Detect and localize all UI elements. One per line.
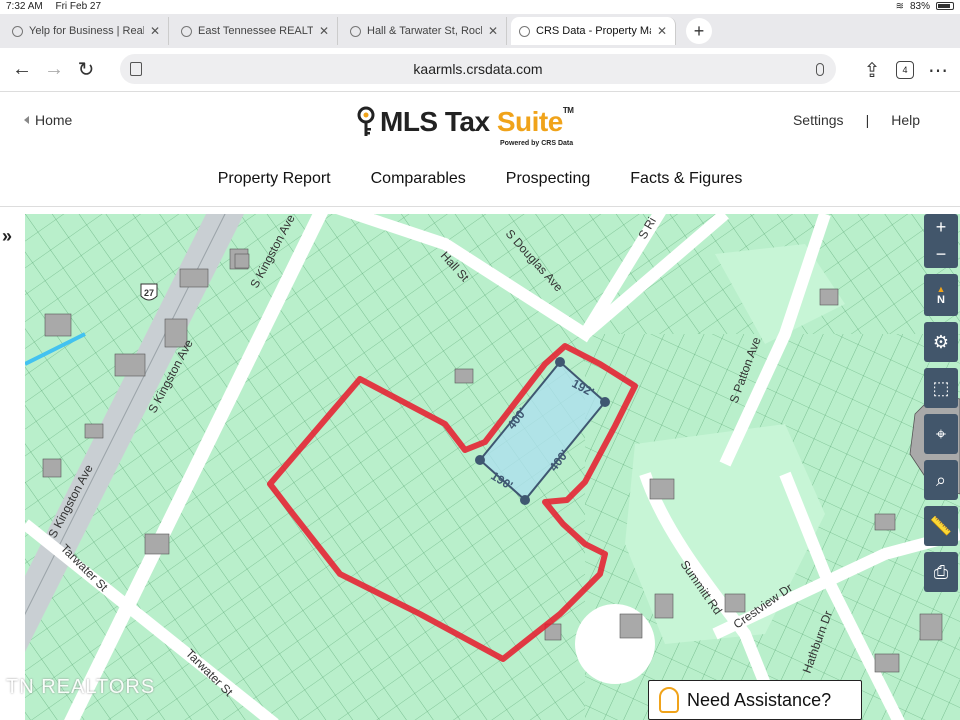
zoom-in-button[interactable]: + — [936, 214, 947, 241]
key-bulb-icon — [659, 687, 679, 713]
nav-facts-figures[interactable]: Facts & Figures — [630, 170, 742, 188]
browser-toolbar: ← → ↻ kaarmls.crsdata.com ⇪ 4 ⋯ — [0, 48, 960, 92]
print-icon[interactable]: ⎙ — [924, 552, 958, 592]
property-map[interactable]: 192' 400' 400' 190' S Kingston Ave S Kin… — [25, 214, 960, 720]
url-text: kaarmls.crsdata.com — [413, 61, 543, 77]
back-button[interactable]: ← — [6, 54, 38, 86]
globe-icon — [181, 25, 192, 37]
browser-tab-strip: Yelp for Business | Real E ✕ East Tennes… — [0, 14, 960, 48]
tab-yelp[interactable]: Yelp for Business | Real E ✕ — [4, 17, 169, 45]
tab-title: East Tennessee REALTOR — [198, 25, 313, 37]
mls-tax-suite-logo[interactable]: MLS Tax SuiteTM Powered by CRS Data — [356, 106, 574, 147]
new-tab-button[interactable]: + — [686, 18, 712, 44]
battery-icon — [936, 2, 954, 10]
map-canvas[interactable]: 192' 400' 400' 190' S Kingston Ave S Kin… — [25, 214, 960, 720]
main-nav: Property Report Comparables Prospecting … — [0, 170, 960, 188]
select-area-icon[interactable]: ⬚ — [924, 368, 958, 408]
header-separator: | — [865, 112, 870, 128]
microphone-icon[interactable] — [816, 62, 824, 76]
close-tab-icon[interactable]: ✕ — [319, 24, 329, 38]
nav-comparables[interactable]: Comparables — [371, 170, 466, 188]
highway-number: 27 — [144, 288, 154, 298]
logo-text: MLS Tax SuiteTM — [380, 106, 574, 138]
app-header: Home MLS Tax SuiteTM Powered by CRS Data… — [0, 92, 960, 207]
compass-button[interactable]: ▲ N — [924, 274, 958, 316]
locate-crosshair-icon[interactable]: ⌖ — [924, 414, 958, 454]
reload-button[interactable]: ↻ — [70, 54, 102, 86]
share-icon[interactable]: ⇪ — [856, 54, 888, 86]
close-tab-icon[interactable]: ✕ — [488, 24, 498, 38]
reader-icon[interactable] — [130, 62, 142, 76]
tab-crs-data[interactable]: CRS Data - Property Map ✕ — [511, 17, 676, 45]
status-date: Fri Feb 27 — [55, 0, 102, 12]
globe-icon — [350, 25, 361, 37]
tab-hall-tarwater[interactable]: Hall & Tarwater St, Rockf ✕ — [342, 17, 507, 45]
tab-count-button[interactable]: 4 — [896, 61, 914, 79]
zoom-out-button[interactable]: − — [936, 241, 947, 268]
logo-text-mls: MLS Tax — [380, 106, 497, 137]
close-tab-icon[interactable]: ✕ — [657, 24, 667, 38]
need-assistance-button[interactable]: Need Assistance? — [648, 680, 862, 720]
trademark: TM — [562, 106, 574, 115]
forward-button[interactable]: → — [38, 54, 70, 86]
compass-label: N — [937, 294, 945, 306]
watermark: TN REALTORS — [6, 676, 156, 698]
tab-east-tennessee[interactable]: East Tennessee REALTOR ✕ — [173, 17, 338, 45]
cul-de-sac — [575, 604, 655, 684]
zoom-control: + − — [924, 214, 958, 268]
powered-by: Powered by CRS Data — [500, 140, 574, 147]
nav-prospecting[interactable]: Prospecting — [506, 170, 591, 188]
battery-percent: 83% — [909, 0, 930, 12]
key-icon — [357, 106, 375, 136]
home-link[interactable]: Home — [24, 112, 72, 128]
tab-title: Hall & Tarwater St, Rockf — [367, 25, 482, 37]
tab-title: Yelp for Business | Real E — [29, 25, 144, 37]
close-tab-icon[interactable]: ✕ — [150, 24, 160, 38]
status-time: 7:32 AM — [6, 0, 43, 12]
map-controls: + − ▲ N ⚙ ⬚ ⌖ ⌕ 📏 ⎙ — [924, 214, 958, 592]
tab-title: CRS Data - Property Map — [536, 25, 651, 37]
globe-icon — [519, 25, 530, 37]
more-icon[interactable]: ⋯ — [922, 54, 954, 86]
help-link[interactable]: Help — [891, 112, 920, 128]
measure-ruler-icon[interactable]: 📏 — [924, 506, 958, 546]
compass-north-icon: ▲ — [936, 284, 946, 294]
home-label: Home — [35, 112, 73, 128]
status-bar: 7:32 AM Fri Feb 27 ≋ 83% — [0, 0, 960, 12]
chevron-left-icon — [24, 116, 29, 124]
address-bar[interactable]: kaarmls.crsdata.com — [120, 54, 836, 84]
search-magnifier-icon[interactable]: ⌕ — [924, 460, 958, 500]
settings-link[interactable]: Settings — [793, 112, 844, 128]
settings-gear-icon[interactable]: ⚙ — [924, 322, 958, 362]
nav-property-report[interactable]: Property Report — [218, 170, 331, 188]
wifi-icon: ≋ — [895, 0, 904, 12]
expand-sidebar-icon[interactable]: » — [2, 226, 12, 247]
logo-text-suite: Suite — [496, 106, 563, 137]
assistance-label: Need Assistance? — [687, 689, 832, 710]
globe-icon — [12, 25, 23, 37]
